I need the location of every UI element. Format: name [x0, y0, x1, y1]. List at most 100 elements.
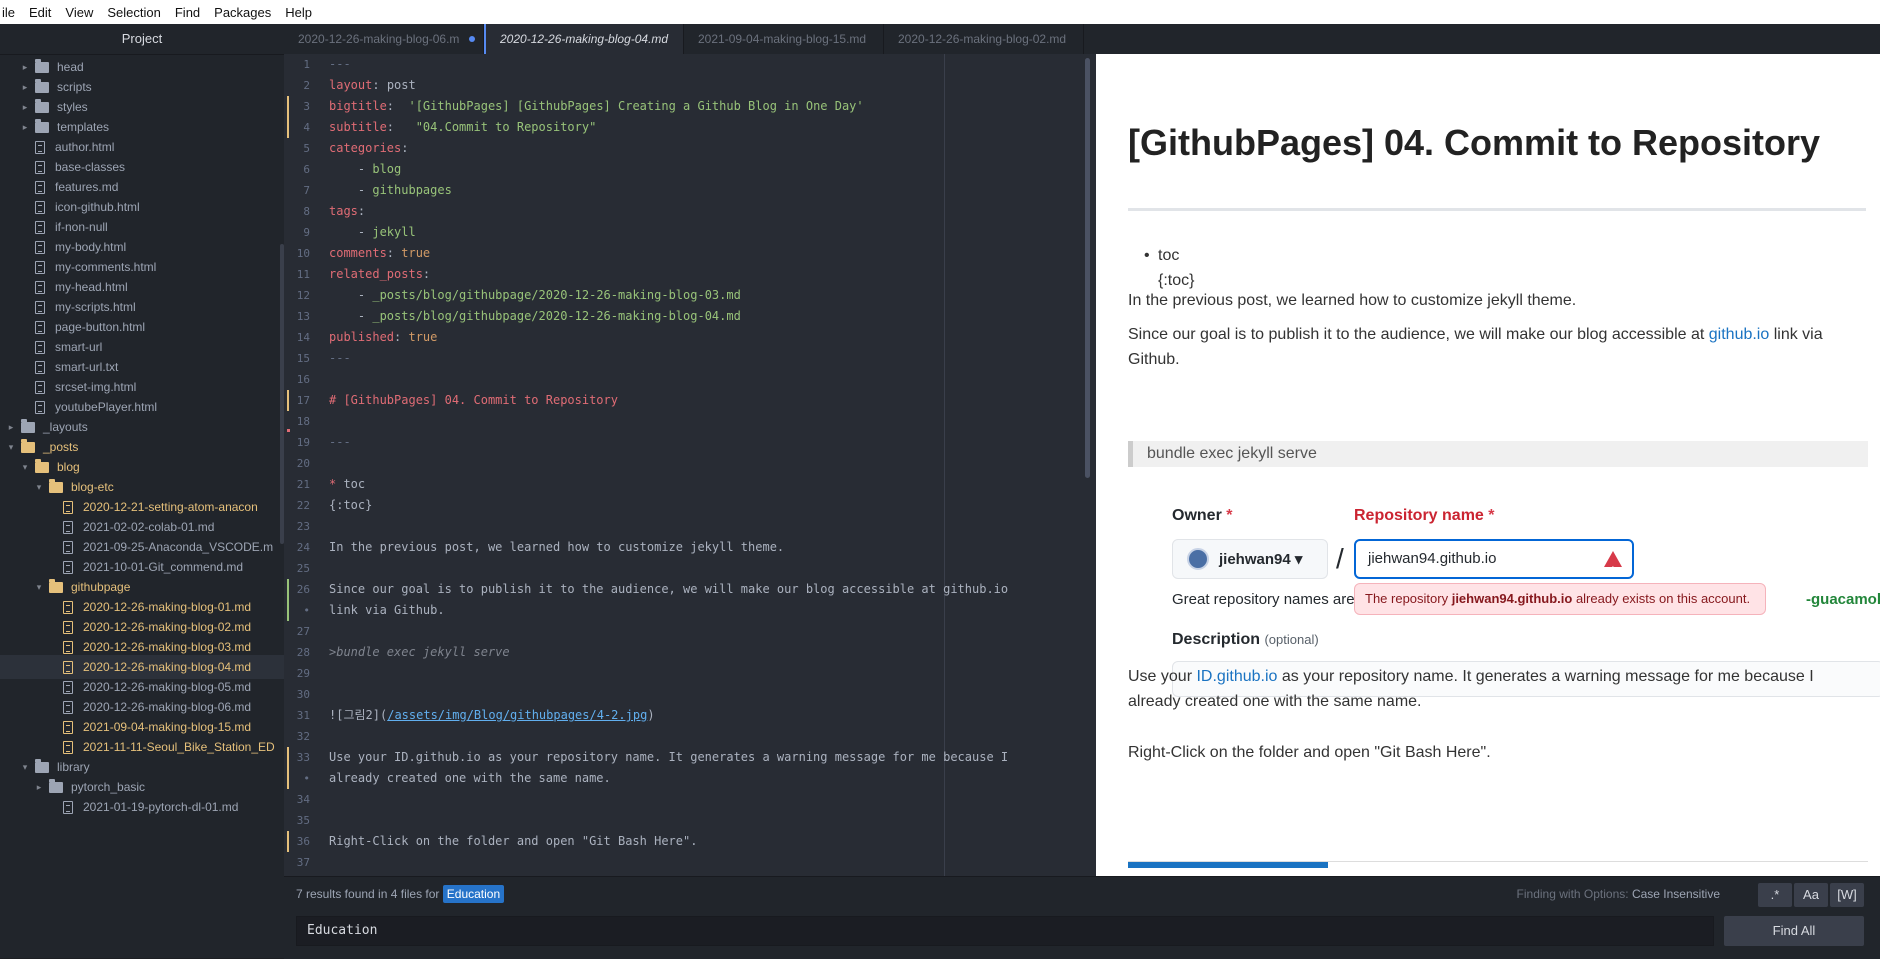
chevron-right-icon[interactable]: ▸	[20, 62, 30, 73]
file-icon	[63, 720, 73, 734]
case-toggle[interactable]: Aa	[1794, 883, 1828, 907]
line-number: 23	[296, 520, 310, 533]
chevron-right-icon[interactable]: ▸	[20, 82, 30, 93]
code-line: 8 tags:	[284, 201, 1096, 222]
code-line: 21 * toc	[284, 474, 1096, 495]
code-text: bigtitle: '[GithubPages] [GithubPages] C…	[329, 99, 864, 113]
code-text: published: true	[329, 330, 438, 344]
file-icon	[63, 600, 73, 614]
tree-item-label: icon-github.html	[55, 200, 140, 214]
chevron-right-icon[interactable]: ▸	[20, 122, 30, 133]
menu-item[interactable]: Packages	[207, 5, 278, 20]
code-text: {:toc}	[329, 498, 373, 512]
code-text: link via Github.	[329, 603, 445, 617]
title-rule	[1128, 208, 1866, 211]
menu-item[interactable]: Selection	[100, 5, 167, 20]
line-number: 10	[296, 247, 310, 260]
file-icon	[63, 740, 73, 754]
tab[interactable]: 2020-12-26-making-blog-04.md	[484, 24, 684, 54]
tab-label: 2020-12-26-making-blog-04.md	[500, 32, 669, 46]
code-text: comments: true	[329, 246, 431, 260]
tree-item-label: templates	[57, 120, 110, 134]
code-line: 37	[284, 852, 1096, 873]
folder-icon	[35, 458, 49, 473]
preview-title: [GithubPages] 04. Commit to Repository	[1128, 122, 1821, 163]
find-panel: 7 results found in 4 files for Education…	[284, 876, 1880, 959]
tab[interactable]: 2021-09-04-making-blog-15.md	[684, 24, 884, 54]
project-header: Project	[0, 24, 284, 55]
repo-name-label: Repository name *	[1354, 507, 1495, 524]
github-io-link[interactable]: github.io	[1709, 326, 1770, 343]
chevron-down-icon[interactable]: ▾	[20, 762, 30, 773]
find-all-button[interactable]: Find All	[1724, 916, 1864, 946]
file-icon	[35, 260, 45, 274]
chevron-down-icon[interactable]: ▾	[34, 482, 44, 493]
preview-paragraph-4: Right-Click on the folder and open "Git …	[1128, 744, 1491, 761]
code-text: ---	[329, 57, 351, 71]
tree-item-label: youtubePlayer.html	[55, 400, 158, 414]
error-tooltip: The repository jiehwan94.github.io alrea…	[1354, 583, 1766, 615]
editor-scrollbar[interactable]	[1085, 58, 1090, 478]
line-number: 30	[296, 688, 310, 701]
tree-item-label: 2020-12-26-making-blog-06.md	[83, 700, 252, 714]
menu-item[interactable]: Help	[278, 5, 319, 20]
code-editor[interactable]: 1 --- 2 layout: post 3 bigtitle: '[GithubPage…	[284, 54, 1096, 876]
chevron-down-icon[interactable]: ▾	[34, 582, 44, 593]
code-line: 1 ---	[284, 54, 1096, 75]
file-icon	[63, 700, 73, 714]
regex-toggle[interactable]: .*	[1758, 883, 1792, 907]
code-line: 9 - jekyll	[284, 222, 1096, 243]
tree-file[interactable]: 2021-01-19-pytorch-dl-01.md	[0, 795, 284, 819]
file-icon	[35, 280, 45, 294]
tree-item-label: if-non-null	[55, 220, 108, 234]
avatar	[1187, 548, 1209, 570]
menu-item[interactable]: Find	[168, 5, 207, 20]
code-blockquote: bundle exec jekyll serve	[1128, 441, 1868, 467]
code-line: 36 Right-Click on the folder and open "Gi…	[284, 831, 1096, 852]
owner-label: Owner *	[1172, 507, 1233, 524]
line-number: 2	[303, 79, 310, 92]
code-line: 34	[284, 789, 1096, 810]
code-line: 33 Use your ID.github.io as your reposito…	[284, 747, 1096, 768]
id-github-io-link[interactable]: ID.github.io	[1196, 668, 1277, 685]
tree-item-label: my-body.html	[55, 240, 127, 254]
chevron-down-icon[interactable]: ▾	[20, 462, 30, 473]
tree-item-label: 2021-02-02-colab-01.md	[83, 520, 215, 534]
tree-item-label: author.html	[55, 140, 115, 154]
chevron-right-icon[interactable]: ▸	[20, 102, 30, 113]
tree-item-label: 2020-12-21-setting-atom-anacon	[83, 500, 258, 514]
tree-item-label: 2020-12-26-making-blog-05.md	[83, 680, 252, 694]
code-line: 35	[284, 810, 1096, 831]
description-label: Description (optional)	[1172, 631, 1319, 648]
line-number: 20	[296, 457, 310, 470]
chevron-down-icon[interactable]: ▾	[6, 442, 16, 453]
find-input[interactable]: Education	[296, 916, 1714, 946]
tree-item-label: my-head.html	[55, 280, 128, 294]
menu-item[interactable]: Edit	[22, 5, 58, 20]
github-repo-form-image: Owner * Repository name * jiehwan94 ▾ / …	[1156, 507, 1880, 697]
menu-item[interactable]: ile	[0, 5, 22, 20]
file-icon	[35, 220, 45, 234]
line-number: 35	[296, 814, 310, 827]
file-icon	[63, 520, 73, 534]
tree-item-label: my-scripts.html	[55, 300, 136, 314]
tab[interactable]: 2020-12-26-making-blog-06.m	[284, 24, 484, 54]
find-option-buttons: .* Aa [W]	[1756, 883, 1864, 907]
menu-item[interactable]: View	[58, 5, 100, 20]
line-number: 29	[296, 667, 310, 680]
line-number: 8	[303, 205, 310, 218]
file-icon	[35, 300, 45, 314]
line-number: 11	[296, 268, 310, 281]
tab[interactable]: 2020-12-26-making-blog-02.md	[884, 24, 1084, 54]
preview-paragraph-2: Since our goal is to publish it to the a…	[1128, 322, 1848, 372]
whole-word-toggle[interactable]: [W]	[1830, 883, 1864, 907]
line-number: •	[303, 604, 310, 617]
chevron-right-icon[interactable]: ▸	[34, 782, 44, 793]
code-text: >bundle exec jekyll serve	[329, 645, 510, 659]
file-icon	[35, 240, 45, 254]
tab-label: 2020-12-26-making-blog-02.md	[898, 32, 1067, 46]
file-icon	[63, 540, 73, 554]
tree-item-label: my-comments.html	[55, 260, 157, 274]
chevron-right-icon[interactable]: ▸	[6, 422, 16, 433]
line-number: •	[303, 772, 310, 785]
